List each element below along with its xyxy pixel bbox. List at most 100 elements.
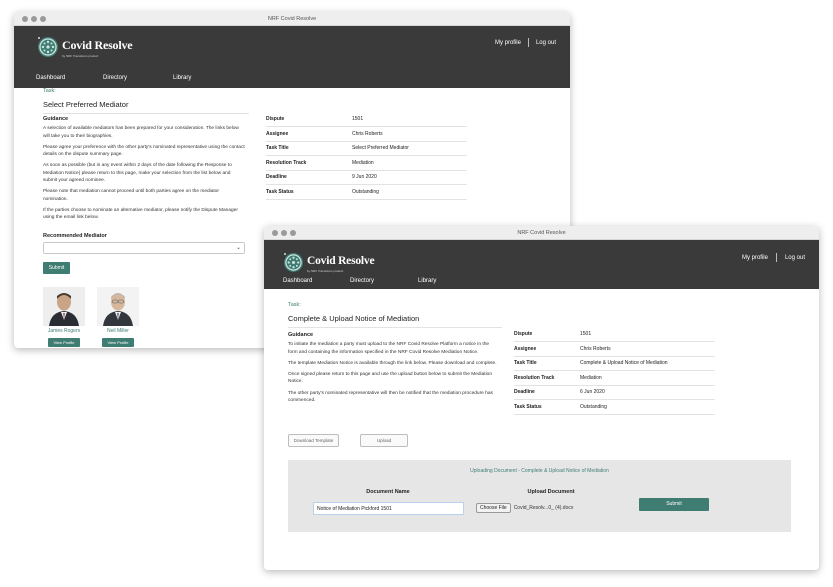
close-dot[interactable] — [22, 16, 28, 22]
front-titlebar: NRF Covid Resolve — [264, 226, 819, 240]
brand-logo[interactable]: Covid Resolve by NRF Transitions product — [284, 251, 375, 273]
guidance-heading: Guidance — [43, 116, 69, 122]
mediator-name-link[interactable]: Neil Miller — [97, 328, 139, 334]
task-title: Select Preferred Mediator — [43, 100, 249, 114]
mediator-card: Neil Miller View Profile — [97, 287, 139, 347]
logout-link[interactable]: Log out — [536, 40, 556, 46]
table-row: Resolution Track Mediation — [266, 155, 467, 171]
table-row: Task Status Outstanding — [514, 399, 715, 415]
download-template-button[interactable]: Download Template — [288, 434, 339, 447]
my-profile-link[interactable]: My profile — [742, 255, 768, 261]
covid-virus-icon — [38, 37, 58, 57]
summary-key: Assignee — [514, 341, 580, 357]
summary-value: 9 Jun 2020 — [352, 170, 467, 185]
summary-key: Task Status — [266, 184, 352, 200]
summary-value: Mediation — [352, 155, 467, 171]
summary-key: Dispute — [266, 112, 352, 127]
nav-dashboard[interactable]: Dashboard — [36, 75, 103, 81]
nav-dashboard[interactable]: Dashboard — [283, 278, 350, 284]
view-profile-button[interactable]: View Profile — [102, 338, 134, 347]
upload-panel: Uploading Document - Complete & Upload N… — [288, 460, 791, 532]
maximize-dot[interactable] — [290, 230, 296, 236]
table-row: Assignee Chris Roberts — [514, 341, 715, 357]
choose-file-button[interactable]: Choose File — [476, 503, 511, 513]
guidance-paragraph: If the parties choose to nominate an alt… — [43, 207, 238, 221]
mediator-select[interactable]: ⌄ — [43, 242, 245, 254]
window-controls — [272, 230, 296, 236]
document-name-input[interactable]: Notice of Mediation Pickford 1501 — [313, 502, 464, 515]
task-label: Task: — [288, 302, 301, 308]
front-browser-window: NRF Covid Resolve Covid Resolve by NRF T… — [264, 226, 819, 570]
nav-separator — [775, 253, 777, 262]
summary-key: Deadline — [266, 170, 352, 185]
summary-value: Outstanding — [352, 184, 467, 200]
top-nav: My profile Log out — [495, 38, 556, 47]
guidance-section: Guidance To initiate the mediation a par… — [288, 332, 498, 404]
table-row: Task Title Complete & Upload Notice of Me… — [514, 356, 715, 371]
table-row: Task Title Select Preferred Mediator — [266, 141, 467, 156]
table-row: Assignee Chris Roberts — [266, 126, 467, 142]
mediator-photo[interactable] — [43, 287, 85, 326]
summary-key: Dispute — [514, 327, 580, 342]
dispute-summary-table: Dispute 1501 Assignee Chris Roberts Task T… — [266, 112, 467, 200]
table-row: Dispute 1501 — [514, 327, 715, 342]
summary-value: Complete & Upload Notice of Mediation — [580, 356, 715, 371]
guidance-paragraph: The template Mediation Notice is availab… — [288, 360, 497, 366]
covid-virus-icon — [284, 252, 303, 272]
summary-value: 6 Jun 2020 — [580, 385, 715, 400]
file-picker: Choose File Covid_Resolv...0_ (4).docx — [476, 503, 573, 513]
window-title: NRF Covid Resolve — [517, 230, 566, 236]
table-row: Dispute 1501 — [266, 112, 467, 127]
document-name-label: Document Name — [366, 489, 410, 495]
summary-value: Select Preferred Mediator — [352, 141, 467, 156]
document-name-value: Notice of Mediation Pickford 1501 — [317, 506, 392, 512]
mediator-photo[interactable] — [97, 287, 139, 326]
upload-panel-heading: Uploading Document - Complete & Upload N… — [470, 468, 609, 474]
summary-value: Mediation — [580, 370, 715, 386]
window-title: NRF Covid Resolve — [267, 16, 317, 22]
summary-key: Task Title — [514, 356, 580, 371]
mediator-name-link[interactable]: James Rogers — [43, 328, 85, 334]
table-row: Resolution Track Mediation — [514, 370, 715, 386]
table-row: Deadline 6 Jun 2020 — [514, 385, 715, 400]
guidance-paragraph: As soon as possible (but in any event wi… — [43, 163, 232, 184]
front-content: Task: Complete & Upload Notice of Mediat… — [288, 302, 808, 328]
logout-link[interactable]: Log out — [785, 255, 805, 261]
guidance-paragraph: Once signed please return to this page a… — [288, 372, 493, 385]
top-nav: My profile Log out — [742, 253, 805, 262]
nav-library[interactable]: Library — [173, 75, 191, 81]
view-profile-button[interactable]: View Profile — [48, 338, 80, 347]
guidance-paragraph: Please agree your preference with the ot… — [43, 144, 245, 158]
nav-separator — [527, 38, 529, 47]
minimize-dot[interactable] — [31, 16, 37, 22]
summary-key: Resolution Track — [514, 370, 580, 386]
nav-directory[interactable]: Directory — [350, 278, 418, 284]
maximize-dot[interactable] — [40, 16, 46, 22]
task-title: Complete & Upload Notice of Mediation — [288, 314, 502, 328]
guidance-paragraph: To initiate the mediation a party must u… — [288, 342, 490, 355]
app-header: Covid Resolve by NRF Transitions product… — [264, 240, 819, 289]
upload-button[interactable]: Upload — [360, 434, 408, 447]
nav-directory[interactable]: Directory — [103, 75, 173, 81]
table-row: Deadline 9 Jun 2020 — [266, 170, 467, 185]
app-header: Covid Resolve by NRF Transitions product… — [14, 26, 570, 88]
summary-key: Task Status — [514, 399, 580, 415]
table-row: Task Status Outstanding — [266, 184, 467, 200]
select-value — [44, 252, 47, 258]
upload-submit-button[interactable]: Submit — [639, 498, 709, 511]
summary-value: 1501 — [352, 112, 467, 127]
summary-value: 1501 — [580, 327, 715, 342]
nav-library[interactable]: Library — [418, 278, 436, 284]
main-nav: Dashboard Directory Library — [283, 278, 436, 284]
back-titlebar: NRF Covid Resolve — [14, 12, 570, 26]
recommended-mediator-label: Recommended Mediator — [43, 233, 107, 239]
summary-value: Outstanding — [580, 399, 715, 415]
submit-button[interactable]: Submit — [43, 262, 70, 274]
close-dot[interactable] — [272, 230, 278, 236]
brand-tagline: by NRF Transitions product — [307, 269, 344, 273]
my-profile-link[interactable]: My profile — [495, 40, 521, 46]
minimize-dot[interactable] — [281, 230, 287, 236]
guidance-section: Guidance A selection of available mediat… — [43, 116, 245, 222]
summary-key: Assignee — [266, 126, 352, 142]
brand-logo[interactable]: Covid Resolve by NRF Transitions product — [38, 36, 133, 58]
